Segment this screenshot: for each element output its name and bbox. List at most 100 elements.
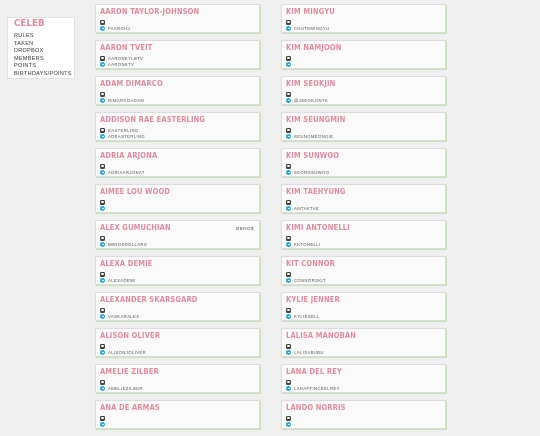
twitter-handle[interactable]: SEONGSUWOO [294, 170, 329, 175]
celeb-card: LANA DEL REY LANAFFINCEELREY [281, 364, 446, 393]
twitter-handle[interactable]: KYLIESELL [294, 314, 320, 319]
celeb-name[interactable]: LANA DEL REY [286, 366, 342, 376]
instagram-icon [100, 415, 105, 421]
twitter-line: LALISABUBU [286, 350, 324, 356]
twitter-handle[interactable]: VASKARALEX [108, 314, 139, 319]
instagram-line [100, 163, 108, 169]
twitter-handle[interactable]: ADRIAARJONAT [108, 170, 145, 175]
twitter-handle[interactable]: KKTONELLI [294, 242, 321, 247]
celeb-name[interactable]: AMELIE ZILBER [100, 366, 159, 376]
celeb-name[interactable]: ADRIA ARJONA [100, 150, 157, 160]
celeb-card: ALEXANDER SKARSGARD VASKARALEX [95, 292, 260, 321]
twitter-icon [286, 386, 291, 391]
instagram-handle[interactable]: AARONEYLBTV [108, 56, 143, 61]
celeb-card: KIM SEUNGMIN SEUNGMEONGIE [281, 112, 446, 141]
twitter-handle[interactable]: ALISONJOLIVER [108, 350, 146, 355]
twitter-handle[interactable]: DIMARCOADAM [108, 98, 144, 103]
celeb-name[interactable]: KIMI ANTONELLI [286, 222, 350, 232]
nav-item-taken[interactable]: TAKEN [14, 41, 74, 49]
twitter-handle[interactable]: CHUTEMINGYU [294, 26, 330, 31]
twitter-handle[interactable]: @JSEOKJINYK [294, 98, 328, 103]
twitter-handle[interactable]: FAAROHJ [108, 26, 130, 31]
instagram-icon [286, 415, 291, 421]
celeb-name[interactable]: ALISON OLIVER [100, 330, 160, 340]
instagram-line [286, 271, 294, 277]
celeb-list-right: KIM MINGYU CHUTEMINGYU KIM NAMJOON KIM SEOK… [281, 4, 446, 436]
twitter-icon [286, 26, 291, 31]
celeb-name[interactable]: KIM SEUNGMIN [286, 114, 345, 124]
celeb-name[interactable]: AARON TAYLOR-JOHNSON [100, 6, 199, 16]
celeb-name[interactable]: LANDO NORRIS [286, 402, 346, 412]
celeb-name[interactable]: KIM SEOKJIN [286, 78, 335, 88]
nav-item-rules[interactable]: RULES [14, 33, 74, 41]
instagram-line [100, 271, 108, 277]
twitter-handle[interactable]: CONNORSKIT [294, 278, 326, 283]
nav-item-dropbox[interactable]: DROPBOX [14, 48, 74, 56]
twitter-handle[interactable]: AARONKTV [108, 62, 134, 67]
celeb-name[interactable]: ADDISON RAE EASTERLING [100, 114, 205, 124]
twitter-icon [286, 134, 291, 139]
nav-item-birthdays-points[interactable]: BIRTHDAYS/POINTS [14, 71, 74, 79]
twitter-line: KKTONELLI [286, 242, 321, 248]
celeb-name[interactable]: ALEX GUMUCHIAN [100, 222, 171, 232]
celeb-name[interactable]: KIM NAMJOON [286, 42, 342, 52]
instagram-line [100, 379, 108, 385]
instagram-line: AARONEYLBTV [100, 55, 143, 61]
twitter-line: SEONGSUWOO [286, 170, 329, 176]
twitter-icon [100, 170, 105, 175]
twitter-handle[interactable]: AMTAKTAE [294, 206, 319, 211]
celeb-name[interactable]: AIMEE LOU WOOD [100, 186, 170, 196]
celeb-name[interactable]: KYLIE JENNER [286, 294, 340, 304]
instagram-icon [100, 379, 105, 385]
twitter-handle[interactable]: LALISABUBU [294, 350, 324, 355]
celeb-card: AMELIE ZILBER AMELIEZILBER [95, 364, 260, 393]
celeb-card: ANA DE ARMAS [95, 400, 260, 429]
instagram-line [286, 127, 294, 133]
twitter-line: KYLIESELL [286, 314, 320, 320]
instagram-icon [100, 91, 105, 97]
celeb-name[interactable]: ANA DE ARMAS [100, 402, 160, 412]
celeb-name[interactable]: KIT CONNOR [286, 258, 335, 268]
instagram-line [286, 163, 294, 169]
twitter-handle[interactable]: LANAFFINCEELREY [294, 386, 340, 391]
celeb-card: ADRIA ARJONA ADRIAARJONAT [95, 148, 260, 177]
twitter-icon [286, 98, 291, 103]
instagram-line [286, 235, 294, 241]
celeb-card: KIM SEOKJIN @JSEOKJINYK [281, 76, 446, 105]
sidebar-nav: CELEB RULES TAKEN DROPBOX MEMBERS POINTS… [7, 17, 75, 79]
instagram-icon [286, 343, 291, 349]
twitter-icon [100, 62, 105, 67]
twitter-icon [100, 386, 105, 391]
site-title[interactable]: CELEB [14, 19, 65, 29]
celeb-name[interactable]: KIM SUNWOO [286, 150, 339, 160]
instagram-line [100, 415, 108, 421]
twitter-handle[interactable]: SEUNGMEONGIE [294, 134, 333, 139]
celeb-name[interactable]: LALISA MANOBAN [286, 330, 356, 340]
celeb-name[interactable]: ALEXANDER SKARSGARD [100, 294, 198, 304]
instagram-line [286, 55, 294, 61]
twitter-icon [100, 422, 105, 427]
twitter-line: ALEXADEMI [100, 278, 136, 284]
nav-item-members[interactable]: MEMBERS [14, 56, 74, 64]
twitter-icon [100, 206, 105, 211]
celeb-card: AIMEE LOU WOOD [95, 184, 260, 213]
celeb-name[interactable]: KIM MINGYU [286, 6, 335, 16]
twitter-handle[interactable]: ALEXADEMI [108, 278, 136, 283]
celeb-card: AARON TVEIT AARONEYLBTV AARONKTV [95, 40, 260, 69]
twitter-handle[interactable]: ADEASTERLING [108, 134, 145, 139]
twitter-handle[interactable]: AMELIEZILBER [108, 386, 143, 391]
celeb-name[interactable]: KIM TAEHYUNG [286, 186, 346, 196]
instagram-handle[interactable]: EASTERLING [108, 128, 139, 133]
celeb-name[interactable]: AARON TVEIT [100, 42, 152, 52]
celeb-card: KIM NAMJOON [281, 40, 446, 69]
twitter-icon [100, 98, 105, 103]
nav-item-points[interactable]: POINTS [14, 63, 74, 71]
twitter-handle[interactable]: BBNOSDOLLARS [108, 242, 147, 247]
instagram-line: EASTERLING [100, 127, 139, 133]
celeb-name[interactable]: ADAM DIMARCO [100, 78, 163, 88]
twitter-line [286, 62, 294, 68]
twitter-line: ADRIAARJONAT [100, 170, 145, 176]
celeb-name[interactable]: ALEXA DEMIE [100, 258, 153, 268]
celeb-card: ADAM DIMARCO DIMARCOADAM [95, 76, 260, 105]
twitter-icon [100, 26, 105, 31]
